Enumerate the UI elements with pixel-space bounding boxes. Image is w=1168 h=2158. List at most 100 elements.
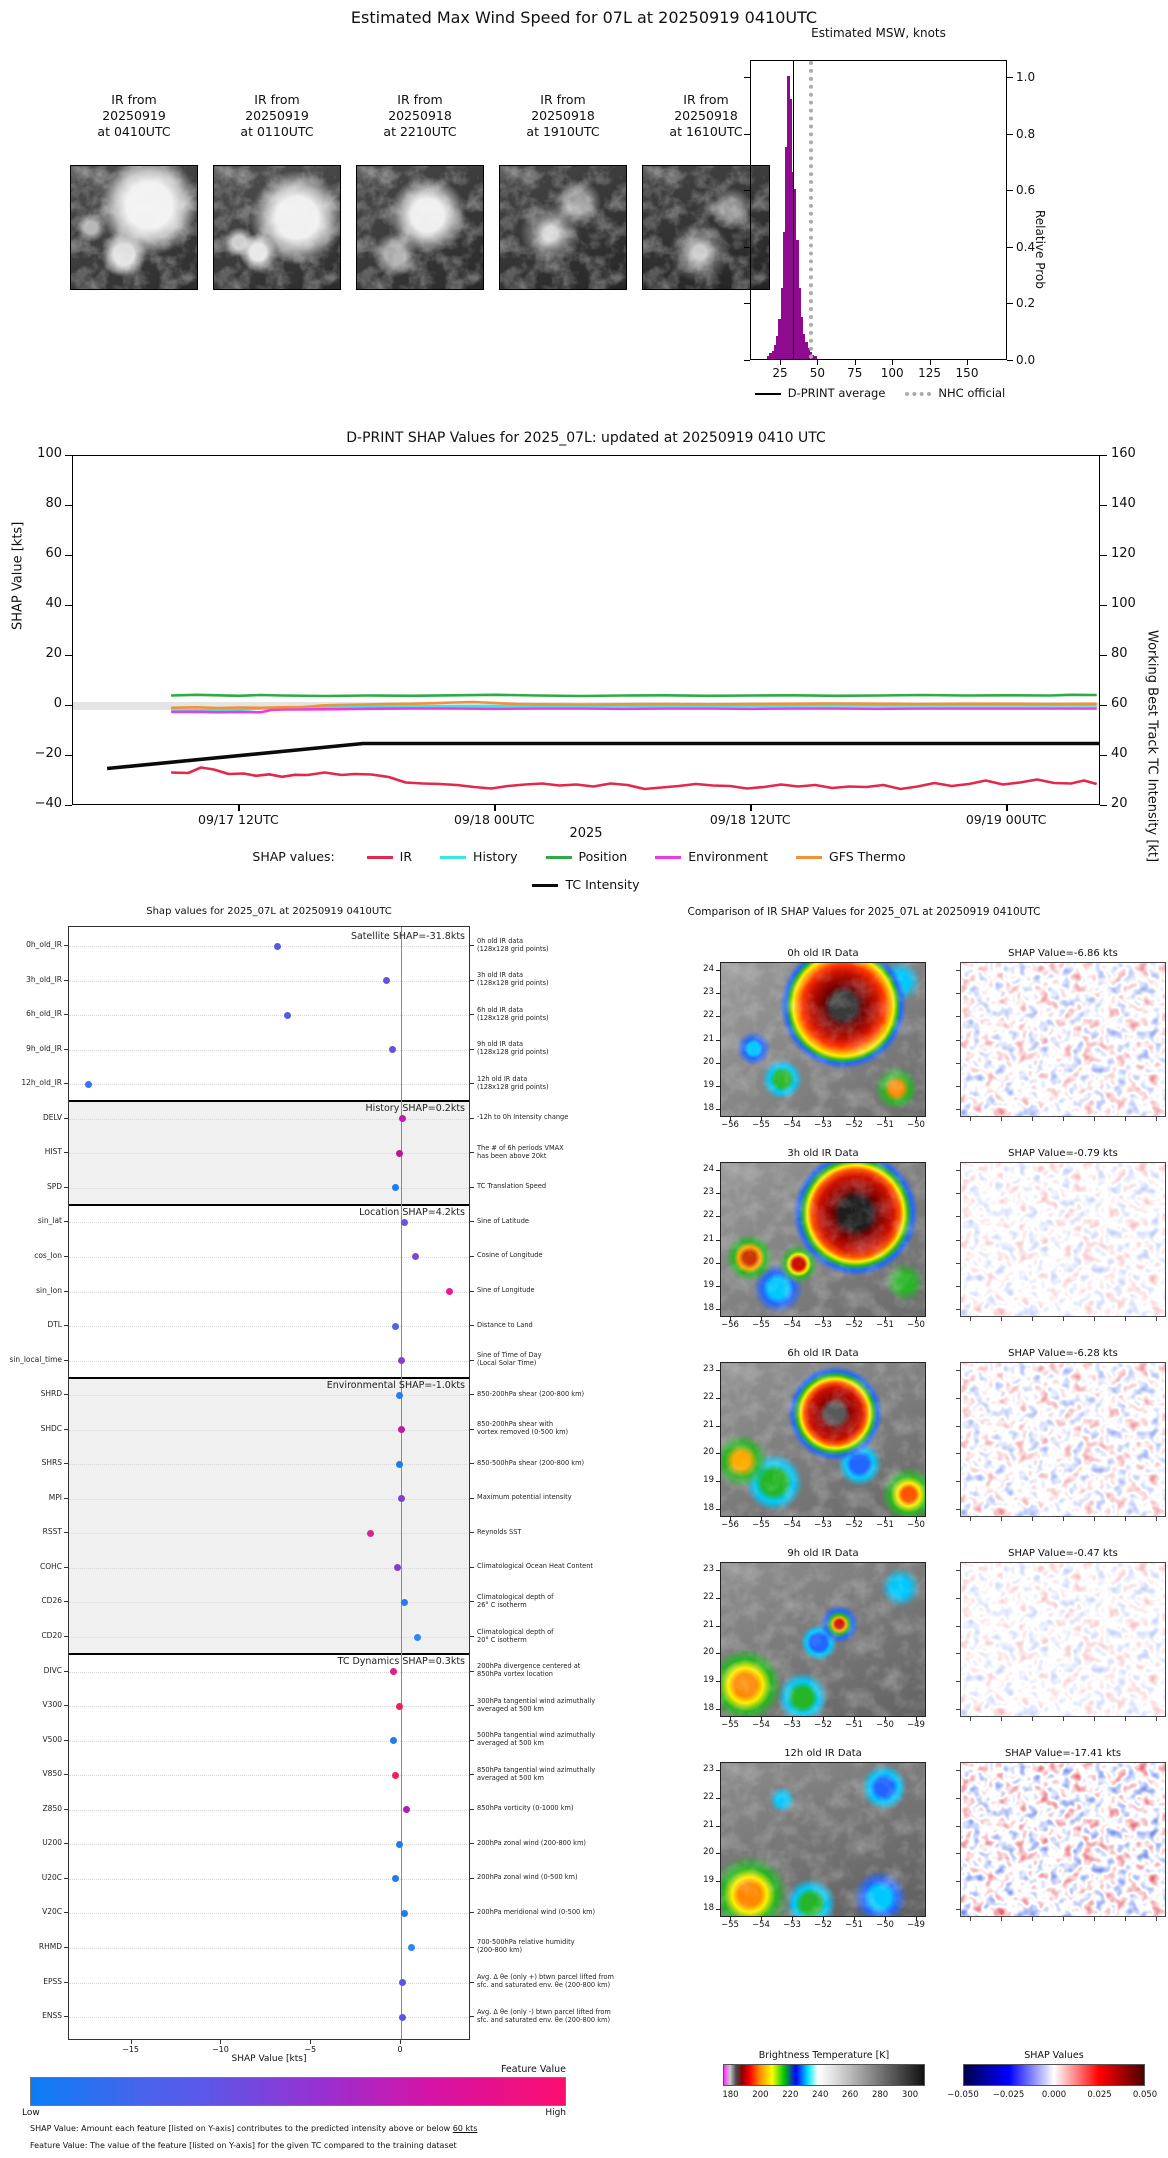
timeseries-left-tick-label: 80 bbox=[45, 496, 62, 511]
row-gridline bbox=[69, 1084, 469, 1086]
feature-desc-line: (200-800 km) bbox=[477, 1946, 523, 1955]
dotplot-row-tick bbox=[64, 1152, 68, 1154]
lon-tick-label: −55 bbox=[752, 1120, 770, 1130]
feature-desc-line: averaged at 500 km bbox=[477, 1773, 544, 1782]
feature-desc-line: 300hPa tangential wind azimuthally bbox=[477, 1696, 596, 1705]
lat-tick-label: 19 bbox=[703, 1675, 714, 1686]
ir-thumbnail-label-line: IR from bbox=[540, 92, 586, 107]
feature-label-RSST: RSST bbox=[42, 1527, 62, 1537]
feature-desc-line: -12h to 0h Intensity change bbox=[477, 1113, 569, 1122]
feature-desc-line: (128x128 grid points) bbox=[477, 1013, 549, 1022]
lat-tick bbox=[956, 1681, 960, 1683]
feature-label-V300: V300 bbox=[42, 1700, 62, 1710]
shap-dot-sin_local_time bbox=[397, 1357, 405, 1365]
timeseries-legend-prefix: SHAP values: bbox=[252, 849, 335, 864]
lon-tick bbox=[885, 1317, 886, 1321]
timeseries-right-tick-label: 140 bbox=[1111, 496, 1136, 511]
lon-tick-label: −55 bbox=[721, 1920, 739, 1930]
dotplot-row-tick bbox=[64, 1359, 68, 1361]
dotplot-row-tick bbox=[64, 1946, 68, 1948]
timeseries-y-tick bbox=[65, 705, 72, 707]
timeseries-legend-label: History bbox=[473, 849, 518, 864]
nhc-official-line bbox=[809, 61, 814, 359]
timeseries-left-tick-label: 0 bbox=[53, 696, 62, 711]
lat-tick bbox=[956, 1881, 960, 1883]
dotplot-row-tick bbox=[470, 1739, 474, 1741]
dotplot-title: Shap values for 2025_07L at 20250919 041… bbox=[146, 906, 392, 917]
dashboard: Estimated Max Wind Speed for 07L at 2025… bbox=[0, 0, 1168, 2158]
lon-tick bbox=[885, 1517, 886, 1521]
lon-tick bbox=[792, 1117, 793, 1121]
timeseries-x-tick bbox=[494, 805, 496, 811]
feature-desc-DELV: -12h to 0h Intensity change bbox=[477, 1113, 715, 1121]
lon-tick bbox=[970, 1917, 971, 1921]
row-gridline bbox=[69, 946, 469, 947]
noise-texture bbox=[961, 963, 1165, 1116]
feature-label-MPI: MPI bbox=[48, 1492, 62, 1502]
lon-tick bbox=[1063, 1317, 1064, 1321]
section-shading bbox=[69, 1377, 469, 1655]
lon-tick bbox=[1032, 1717, 1033, 1721]
feature-desc-line: 700-500hPa relative humidity bbox=[477, 1938, 575, 1947]
histogram-y-tick bbox=[744, 303, 750, 305]
lat-tick bbox=[956, 1653, 960, 1655]
dotplot-row-tick bbox=[64, 1705, 68, 1707]
shap-panel-title: SHAP Value=-17.41 kts bbox=[1004, 1748, 1122, 1759]
timeseries-y-tick bbox=[1100, 605, 1107, 607]
noise-texture bbox=[71, 166, 197, 289]
timeseries-x-tick-label: 09/19 00UTC bbox=[965, 812, 1047, 827]
lat-tick-label: 23 bbox=[703, 1764, 714, 1774]
lon-tick bbox=[1001, 1517, 1002, 1521]
row-gridline bbox=[69, 1049, 469, 1051]
feature-desc-line: 200hPa divergence centered at bbox=[477, 1662, 581, 1671]
shap-dot-SHDC bbox=[397, 1426, 405, 1434]
lat-tick bbox=[716, 1825, 720, 1827]
row-gridline bbox=[69, 1118, 469, 1120]
dotplot-row-tick bbox=[470, 1843, 474, 1845]
feature-value-low-label: Low bbox=[22, 2108, 40, 2118]
lat-tick-label: 22 bbox=[703, 1010, 714, 1021]
feature-label-3h_old_IR: 3h_old_IR bbox=[26, 974, 62, 984]
lon-tick bbox=[730, 1717, 731, 1721]
lon-tick bbox=[1125, 1317, 1126, 1321]
ir-thumbnail-label-line: IR from bbox=[397, 92, 443, 107]
noise-texture bbox=[961, 1363, 1165, 1516]
dotplot-x-tick bbox=[220, 2040, 222, 2044]
histogram-x-tick bbox=[892, 360, 894, 365]
lat-tick bbox=[956, 1109, 960, 1110]
ir-panel-title: 9h old IR Data bbox=[787, 1548, 859, 1559]
lat-tick bbox=[956, 1239, 960, 1241]
feature-label-DTL: DTL bbox=[47, 1320, 62, 1330]
lon-tick-label: −49 bbox=[907, 1920, 925, 1930]
feature-desc-COHC: Climatological Ocean Heat Content bbox=[477, 1562, 715, 1570]
lat-tick bbox=[716, 1709, 720, 1710]
feature-desc-EPSS: Avg. Δ θe (only +) btwn parcel lifted fr… bbox=[477, 1973, 715, 1989]
lon-tick bbox=[1094, 1917, 1095, 1921]
dotplot-row-tick bbox=[470, 1221, 474, 1223]
shap-cb-tick-label: −0.050 bbox=[947, 2090, 979, 2100]
feature-label-9h_old_IR: 9h_old_IR bbox=[26, 1043, 62, 1053]
lon-tick-label: −54 bbox=[752, 1720, 770, 1730]
timeseries-y-tick bbox=[1100, 505, 1107, 507]
feature-desc-RSST: Reynolds SST bbox=[477, 1528, 715, 1536]
feature-desc-line: 12h old IR data bbox=[477, 1074, 528, 1083]
feature-desc-line: 500hPa tangential wind azimuthally bbox=[477, 1731, 596, 1740]
feature-desc-line: 850-200hPa shear with bbox=[477, 1420, 554, 1429]
histogram-y-tick bbox=[1007, 303, 1013, 305]
feature-desc-sin_lon: Sine of Longitude bbox=[477, 1286, 715, 1294]
feature-desc-V500: 500hPa tangential wind azimuthally averag… bbox=[477, 1731, 715, 1747]
dotplot-row-tick bbox=[470, 979, 474, 981]
dotplot-row-tick bbox=[470, 2016, 474, 2018]
dotplot-row-tick bbox=[64, 1048, 68, 1050]
shap-dot-V850 bbox=[392, 1771, 400, 1779]
section-header: Satellite SHAP=-31.8kts bbox=[350, 930, 465, 942]
lat-tick-label: 23 bbox=[703, 987, 714, 998]
lon-tick bbox=[1156, 1317, 1157, 1321]
dotplot-row-tick bbox=[470, 1946, 474, 1948]
noise-texture bbox=[961, 1163, 1165, 1316]
lat-tick bbox=[716, 1625, 720, 1627]
feature-desc-9h_old_IR: 9h old IR data (128x128 grid points) bbox=[477, 1040, 715, 1056]
histogram-y-tick bbox=[1007, 360, 1013, 361]
lat-tick-label: 24 bbox=[703, 1164, 714, 1174]
shap-dot-CD20 bbox=[413, 1633, 421, 1641]
